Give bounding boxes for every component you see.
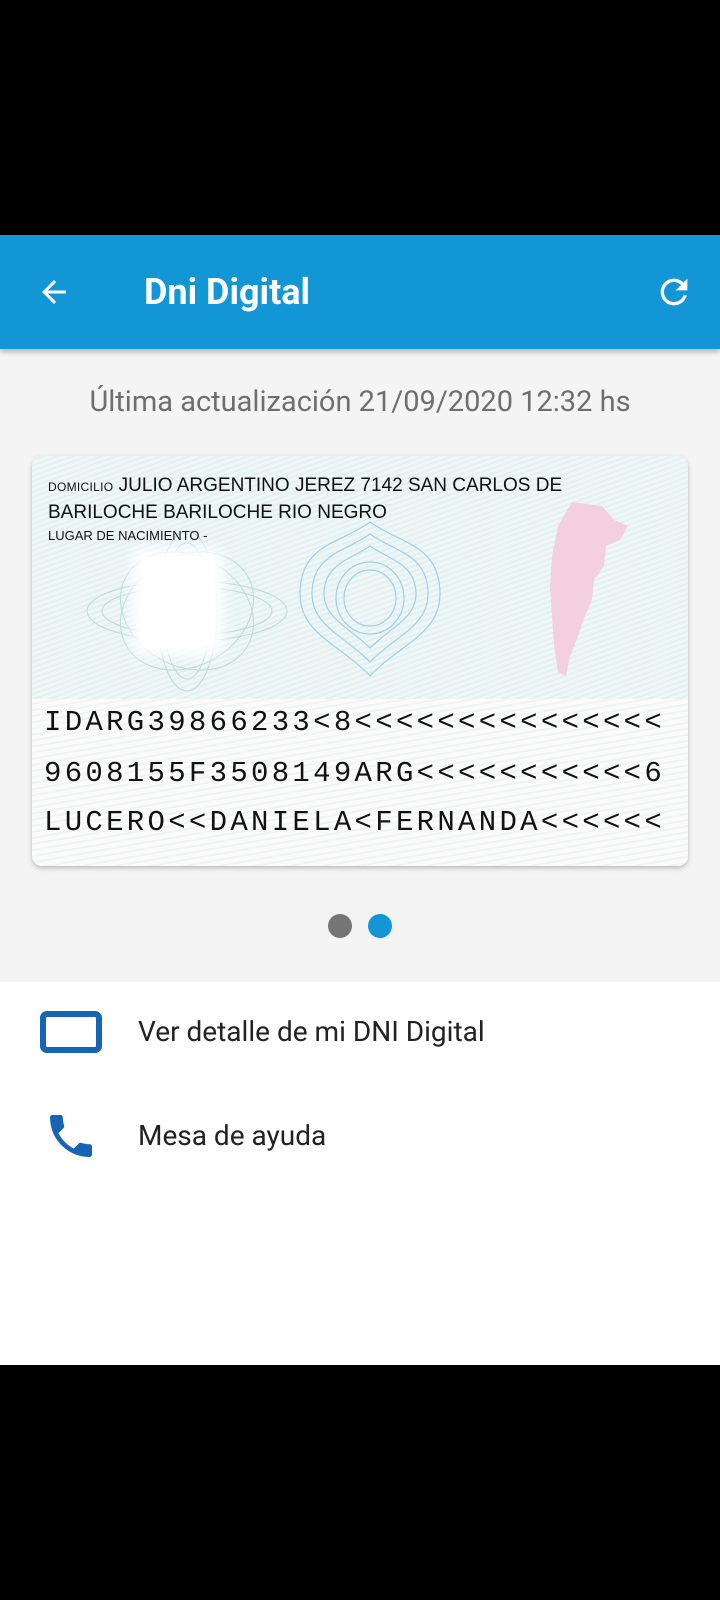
menu-item-label: Mesa de ayuda <box>138 1119 327 1152</box>
domicilio-label: DOMICILIO <box>48 480 114 494</box>
app-title: Dni Digital <box>144 271 311 313</box>
nacimiento-value: - <box>203 528 208 543</box>
refresh-button[interactable] <box>650 268 698 316</box>
dni-card-back[interactable]: DOMICILIO JULIO ARGENTINO JEREZ 7142 SAN… <box>32 456 688 866</box>
page-indicator <box>0 914 720 938</box>
app-bar: Dni Digital <box>0 235 720 349</box>
nacimiento-label: LUGAR DE NACIMIENTO <box>48 528 200 543</box>
mrz-line-2: 9608155F3508149ARG<<<<<<<<<<<6 <box>44 757 666 790</box>
mrz-line-1: IDARG39866233<8<<<<<<<<<<<<<<< <box>44 706 666 739</box>
refresh-icon <box>660 278 688 306</box>
domicilio-value: JULIO ARGENTINO JEREZ 7142 SAN CARLOS DE… <box>48 475 563 523</box>
back-button[interactable] <box>30 268 78 316</box>
domicilio-field: DOMICILIO JULIO ARGENTINO JEREZ 7142 SAN… <box>48 473 608 525</box>
dni-content: Última actualización 21/09/2020 12:32 hs <box>0 349 720 982</box>
menu-item-mesa-de-ayuda[interactable]: Mesa de ayuda <box>0 1086 720 1186</box>
id-card-icon <box>40 1004 102 1060</box>
page-dot-2[interactable] <box>368 914 392 938</box>
ghost-photo <box>142 558 214 646</box>
menu-item-ver-detalle[interactable]: Ver detalle de mi DNI Digital <box>0 982 720 1082</box>
menu-item-label: Ver detalle de mi DNI Digital <box>138 1015 485 1048</box>
page-dot-1[interactable] <box>328 914 352 938</box>
options-menu: Ver detalle de mi DNI Digital Mesa de ay… <box>0 982 720 1365</box>
last-update-text: Última actualización 21/09/2020 12:32 hs <box>89 385 631 419</box>
system-nav-bar <box>0 1365 720 1600</box>
nacimiento-field: LUGAR DE NACIMIENTO - <box>48 528 207 543</box>
mrz-line-3: LUCERO<<DANIELA<FERNANDA<<<<<< <box>44 806 666 839</box>
arrow-left-icon <box>42 280 66 304</box>
phone-icon <box>40 1108 102 1164</box>
status-bar <box>0 0 720 235</box>
card-security-area: DOMICILIO JULIO ARGENTINO JEREZ 7142 SAN… <box>32 456 688 699</box>
security-medallion-pattern <box>299 521 441 677</box>
